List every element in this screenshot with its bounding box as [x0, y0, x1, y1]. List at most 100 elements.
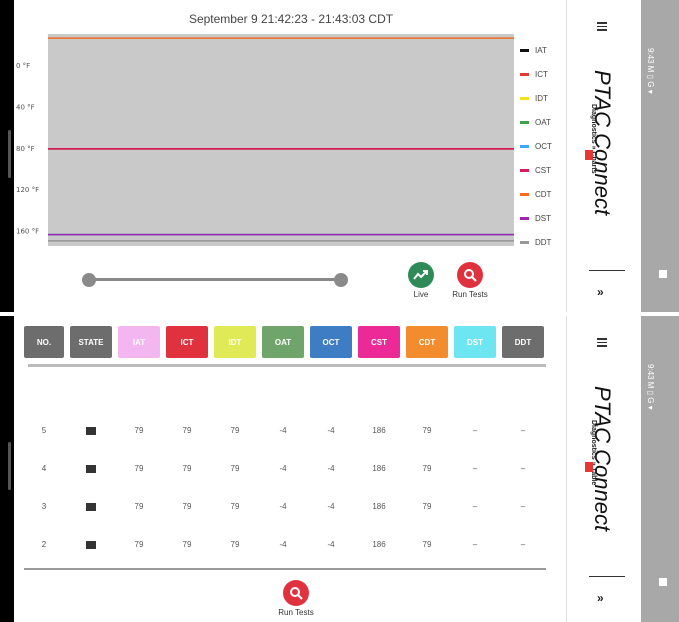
legend-swatch	[520, 240, 529, 244]
legend-label: IAT	[535, 45, 547, 55]
table-cell: 79	[422, 540, 432, 549]
column-header-dst[interactable]: DST	[454, 326, 496, 358]
legend-label: ICT	[535, 69, 548, 79]
table-cell: –	[520, 540, 526, 549]
column-header-iat[interactable]: IAT	[118, 326, 160, 358]
side-panel: PTAC Connect Diagnostics » Table »	[566, 316, 642, 622]
logo-icon	[585, 462, 593, 472]
table-cell: -4	[279, 464, 287, 473]
status-bar: 9:43 M ▯ G ▾	[641, 316, 679, 622]
expand-icon[interactable]: »	[597, 591, 604, 605]
legend-item-oct: OCT	[520, 134, 564, 158]
table-cell: 79	[230, 464, 240, 473]
table-cell: 79	[134, 502, 144, 511]
charts-screen: September 9 21:42:23 - 21:43:03 CDT 160 …	[0, 0, 679, 312]
table-cell: 79	[134, 464, 144, 473]
y-tick-label: 120 °F	[16, 186, 39, 194]
table-header: NO. STATE IAT ICT IDT OAT OCT CST CDT DST DDT	[24, 326, 550, 358]
table-screen: NO. STATE IAT ICT IDT OAT OCT CST CDT DST DDT 5 79 7…	[0, 316, 679, 622]
table-cell: -4	[327, 426, 335, 435]
column-header-state[interactable]: STATE	[70, 326, 112, 358]
column-header-ict[interactable]: ICT	[166, 326, 208, 358]
side-panel: PTAC Connect Diagnostics » Charts »	[566, 0, 642, 312]
legend-item-oat: OAT	[520, 110, 564, 134]
table-cell: 186	[372, 502, 386, 511]
legend-label: CST	[535, 165, 551, 175]
legend-swatch	[520, 168, 529, 172]
run-tests-button[interactable]: Run Tests	[440, 262, 500, 299]
legend-swatch	[520, 48, 529, 52]
legend-item-ict: ICT	[520, 62, 564, 86]
legend-swatch	[520, 72, 529, 76]
legend-label: OAT	[535, 117, 551, 127]
run-tests-button[interactable]: Run Tests	[266, 580, 326, 617]
status-bar: 9:43 M ▯ G ▾	[641, 0, 679, 312]
column-header-oat[interactable]: OAT	[262, 326, 304, 358]
table-cell: 79	[182, 502, 192, 511]
y-tick-label: 80 °F	[16, 145, 35, 153]
legend-item-dst: DST	[520, 206, 564, 230]
breadcrumb: Diagnostics » Table	[590, 420, 597, 486]
hamburger-icon[interactable]	[597, 336, 607, 349]
magnifier-icon	[283, 580, 309, 606]
table-row[interactable]: 4 79 79 79 -4 -4 186 79 – –	[24, 464, 550, 473]
legend-item-ddt: DDT	[520, 230, 564, 254]
table-row[interactable]: 2 79 79 79 -4 -4 186 79 – –	[24, 540, 550, 549]
slider-end-handle[interactable]	[334, 273, 348, 287]
divider	[589, 270, 625, 271]
slider-track	[90, 278, 342, 281]
column-header-cdt[interactable]: CDT	[406, 326, 448, 358]
device-bezel	[0, 316, 14, 622]
plot-area	[48, 34, 514, 246]
table-cell: 79	[422, 464, 432, 473]
column-header-idt[interactable]: IDT	[214, 326, 256, 358]
column-header-oct[interactable]: OCT	[310, 326, 352, 358]
table-cell: –	[472, 464, 478, 473]
chart-title: September 9 21:42:23 - 21:43:03 CDT	[188, 12, 394, 26]
column-header-no[interactable]: NO.	[24, 326, 64, 358]
table-cell: 79	[134, 426, 144, 435]
table-cell: 79	[182, 426, 192, 435]
column-header-ddt[interactable]: DDT	[502, 326, 544, 358]
table-cell: 5	[41, 426, 47, 435]
legend-item-cst: CST	[520, 158, 564, 182]
legend-swatch	[520, 96, 529, 100]
table-cell: -4	[279, 502, 287, 511]
legend-swatch	[520, 144, 529, 148]
table-cell: -4	[279, 540, 287, 549]
legend-label: IDT	[535, 93, 548, 103]
table-cell: 79	[422, 502, 432, 511]
legend-swatch	[520, 192, 529, 196]
magnifier-icon	[457, 262, 483, 288]
column-header-cst[interactable]: CST	[358, 326, 400, 358]
table-cell: -4	[327, 502, 335, 511]
table-cell: –	[472, 502, 478, 511]
legend-label: DDT	[535, 237, 552, 247]
device-button	[8, 130, 11, 178]
table-row[interactable]: 3 79 79 79 -4 -4 186 79 – –	[24, 502, 550, 511]
unit-icon	[86, 502, 96, 511]
legend-label: CDT	[535, 189, 552, 199]
state-cell	[70, 426, 112, 435]
chart-legend: IAT ICT IDT OAT OCT CST CDT DST DDT	[520, 38, 564, 254]
time-range-slider[interactable]	[82, 270, 350, 290]
device-bezel	[0, 0, 14, 312]
table-cell: 79	[230, 540, 240, 549]
battery-icon	[659, 578, 667, 586]
expand-icon[interactable]: »	[597, 285, 604, 299]
unit-icon	[86, 464, 96, 473]
battery-icon	[659, 270, 667, 278]
table-cell: 79	[230, 502, 240, 511]
status-text: 9:43 M ▯ G ▾	[646, 364, 655, 410]
table-row[interactable]: 5 79 79 79 -4 -4 186 79 – –	[24, 426, 550, 435]
slider-start-handle[interactable]	[82, 273, 96, 287]
table-cell: 186	[372, 464, 386, 473]
legend-item-idt: IDT	[520, 86, 564, 110]
table-cell: 79	[182, 540, 192, 549]
y-tick-label: 0 °F	[16, 62, 30, 70]
table-cell: -4	[327, 540, 335, 549]
header-separator	[28, 364, 546, 367]
hamburger-icon[interactable]	[597, 20, 607, 33]
breadcrumb: Diagnostics » Charts	[590, 104, 597, 174]
temperature-chart: 160 °F 120 °F 80 °F 40 °F 0 °F	[16, 34, 514, 246]
